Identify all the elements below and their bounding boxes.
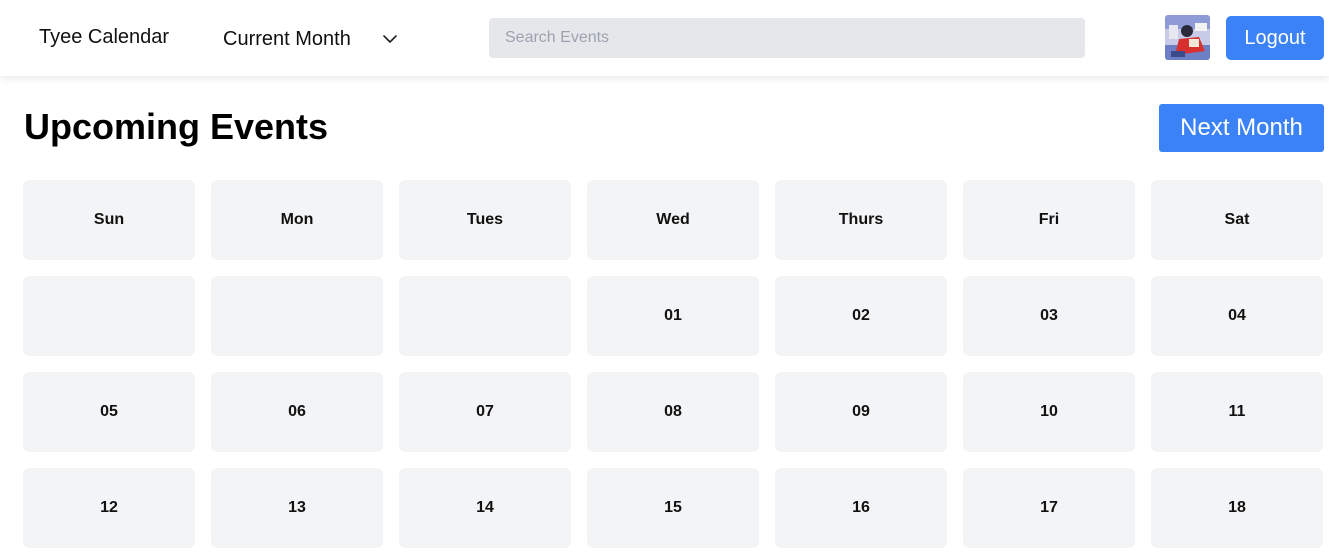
page-title: Upcoming Events (24, 106, 329, 147)
next-month-button[interactable]: Next Month (1159, 104, 1324, 152)
calendar-empty-cell (399, 276, 571, 356)
calendar-day-cell[interactable]: 09 (775, 372, 947, 452)
calendar-day-cell[interactable]: 13 (211, 468, 383, 548)
calendar-day-cell[interactable]: 04 (1151, 276, 1323, 356)
calendar-day-cell[interactable]: 08 (587, 372, 759, 452)
calendar-day-cell[interactable]: 11 (1151, 372, 1323, 452)
calendar-grid: Sun Mon Tues Wed Thurs Fri Sat 01 02 03 … (23, 180, 1324, 558)
weekday-header-wed: Wed (587, 180, 759, 260)
chevron-down-icon[interactable] (381, 30, 399, 48)
calendar-day-cell[interactable]: 12 (23, 468, 195, 548)
calendar-day-cell[interactable]: 02 (775, 276, 947, 356)
calendar-day-cell[interactable]: 07 (399, 372, 571, 452)
search-input[interactable] (489, 18, 1085, 58)
calendar-empty-cell (211, 276, 383, 356)
logout-button[interactable]: Logout (1226, 16, 1324, 60)
weekday-header-fri: Fri (963, 180, 1135, 260)
month-selector-label: Current Month (223, 27, 351, 50)
calendar-day-cell[interactable]: 15 (587, 468, 759, 548)
calendar-day-cell[interactable]: 03 (963, 276, 1135, 356)
calendar-day-cell[interactable]: 18 (1151, 468, 1323, 548)
calendar-empty-cell (23, 276, 195, 356)
avatar[interactable] (1165, 15, 1210, 60)
calendar-day-cell[interactable]: 17 (963, 468, 1135, 548)
app-brand[interactable]: Tyee Calendar (39, 26, 169, 49)
weekday-header-mon: Mon (211, 180, 383, 260)
weekday-header-sat: Sat (1151, 180, 1323, 260)
top-navbar: Tyee Calendar Current Month Logout (0, 0, 1329, 76)
calendar-day-cell[interactable]: 06 (211, 372, 383, 452)
weekday-header-tues: Tues (399, 180, 571, 260)
calendar-day-cell[interactable]: 16 (775, 468, 947, 548)
weekday-header-thurs: Thurs (775, 180, 947, 260)
month-selector[interactable]: Current Month (223, 26, 399, 52)
calendar-day-cell[interactable]: 10 (963, 372, 1135, 452)
calendar-day-cell[interactable]: 01 (587, 276, 759, 356)
calendar-day-cell[interactable]: 14 (399, 468, 571, 548)
calendar-day-cell[interactable]: 05 (23, 372, 195, 452)
weekday-header-sun: Sun (23, 180, 195, 260)
